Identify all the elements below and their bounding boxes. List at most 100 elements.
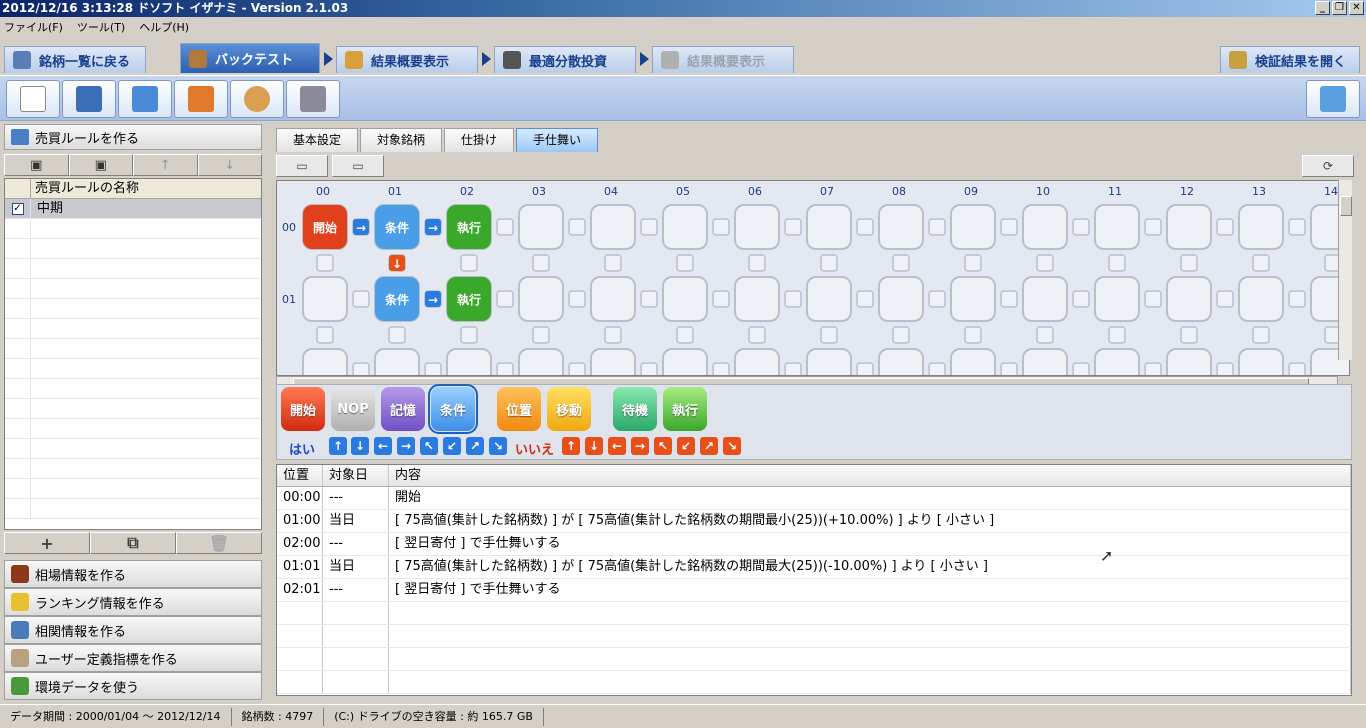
cell-target-day	[323, 648, 389, 670]
cell-target-day: 当日	[323, 556, 389, 578]
tools-icon	[300, 86, 326, 112]
tab-result-summary-2[interactable]: 結果概要表示	[652, 46, 794, 73]
table-row[interactable]: 01:01 当日[ 75高値(集計した銘柄数) ] が [ 75高値(集計した銘柄…	[277, 556, 1351, 579]
cell-target-day: ---	[323, 533, 389, 555]
move-down-icon[interactable]: ↓	[197, 154, 262, 176]
connector-slot	[1252, 326, 1270, 344]
column-label: 06	[748, 185, 762, 198]
restore-button[interactable]: ❐	[1332, 1, 1347, 15]
start-node-label: 開始	[313, 220, 337, 235]
arrow-up-left-icon[interactable]: ↖	[420, 437, 438, 455]
import-button[interactable]	[174, 80, 228, 118]
palette-memory-button[interactable]: 記憶	[381, 387, 425, 431]
empty-slot	[590, 204, 636, 250]
correlation-info-menu[interactable]: 相関情報を作る	[4, 616, 262, 644]
palette-move-button[interactable]: 移動	[547, 387, 591, 431]
back-to-list-button[interactable]: 銘柄一覧に戻る	[4, 46, 146, 73]
no-arrow-down-right-icon[interactable]: ↘	[723, 437, 741, 455]
palette-condition-button[interactable]: 条件	[428, 384, 478, 434]
tab-result-summary[interactable]: 結果概要表示	[336, 46, 478, 73]
connector-slot	[1036, 326, 1054, 344]
export-button[interactable]	[118, 80, 172, 118]
cell-position: 02:01	[277, 579, 323, 601]
market-info-menu[interactable]: 相場情報を作る	[4, 560, 262, 588]
save-as-icon[interactable]: ▣	[68, 154, 133, 176]
rule-checkbox[interactable]: ✓	[11, 202, 24, 215]
new-button[interactable]	[6, 80, 60, 118]
menu-help[interactable]: ヘルプ(H)	[139, 19, 189, 35]
user-indicator-menu[interactable]: ユーザー定義指標を作る	[4, 644, 262, 672]
column-label: 03	[532, 185, 546, 198]
tab-entry[interactable]: 仕掛け	[444, 128, 515, 152]
cell-position	[277, 625, 323, 647]
vertical-scrollbar[interactable]	[1338, 180, 1352, 360]
palette-execute-button[interactable]: 執行	[663, 387, 707, 431]
cell-content	[389, 602, 1351, 624]
connector-slot	[316, 254, 334, 272]
cell-target-day	[323, 602, 389, 624]
no-arrow-up-icon[interactable]: ↑	[562, 437, 580, 455]
save-icon[interactable]: ▣	[4, 154, 69, 176]
no-arrow-up-right-icon[interactable]: ↗	[700, 437, 718, 455]
close-button[interactable]: ✕	[1349, 1, 1364, 15]
arrow-down-right-icon[interactable]: ↘	[489, 437, 507, 455]
tab-optimal-portfolio[interactable]: 最適分散投資	[494, 46, 636, 73]
no-arrow-down-icon[interactable]: ↓	[585, 437, 603, 455]
create-rule-header[interactable]: 売買ルールを作る	[4, 124, 262, 150]
flow-canvas[interactable]: 00 01 02 03 04 05 06 07 08 09 10 11 12 13 14 00 01 開始 → 条件 →…	[276, 180, 1350, 376]
minimize-button[interactable]: _	[1315, 1, 1330, 15]
help-button[interactable]	[1306, 80, 1360, 118]
table-row[interactable]: 02:01 ---[ 翌日寄付 ] で手仕舞いする	[277, 579, 1351, 602]
menu-file[interactable]: ファイル(F)	[4, 19, 63, 35]
list-item	[5, 479, 261, 499]
list-item	[5, 259, 261, 279]
arrow-up-right-icon[interactable]: ↗	[466, 437, 484, 455]
add-rule-icon[interactable]: +	[4, 532, 90, 554]
table-row[interactable]: 01:00 当日[ 75高値(集計した銘柄数) ] が [ 75高値(集計した銘柄…	[277, 510, 1351, 533]
no-arrow-left-icon[interactable]: ←	[608, 437, 626, 455]
cell-content	[389, 625, 1351, 647]
simulate-button[interactable]	[62, 80, 116, 118]
tab-exit[interactable]: 手仕舞い	[516, 128, 599, 152]
monitor-up-icon[interactable]: ▭	[332, 155, 384, 177]
list-item[interactable]: ✓ 中期	[5, 199, 261, 219]
tab-basic-settings[interactable]: 基本設定	[276, 128, 359, 152]
settings-button[interactable]	[286, 80, 340, 118]
move-up-icon[interactable]: ↑	[133, 154, 198, 176]
arrow-glyph: →	[356, 221, 366, 235]
no-arrow-down-left-icon[interactable]: ↙	[677, 437, 695, 455]
flow-diagram[interactable]: 00 01 02 03 04 05 06 07 08 09 10 11 12 13 14 00 01 開始 → 条件 →…	[277, 181, 1350, 376]
trash-icon[interactable]: 🗑	[176, 532, 262, 554]
arrow-up-icon[interactable]: ↑	[329, 437, 347, 455]
sprout-icon	[11, 677, 29, 695]
palette-nop-button[interactable]: NOP	[331, 387, 375, 431]
palette-position-button[interactable]: 位置	[497, 387, 541, 431]
ranking-info-menu[interactable]: ランキング情報を作る	[4, 588, 262, 616]
color-button[interactable]	[230, 80, 284, 118]
refresh-icon[interactable]: ⟳	[1302, 155, 1354, 177]
no-arrow-up-left-icon[interactable]: ↖	[654, 437, 672, 455]
arrow-right-icon[interactable]: →	[397, 437, 415, 455]
table-row[interactable]: 00:00 --- 開始	[277, 487, 1351, 510]
open-results-button[interactable]: 検証結果を開く	[1220, 46, 1360, 73]
monitor-down-icon[interactable]: ▭	[276, 155, 328, 177]
table-row[interactable]: 02:00 ---[ 翌日寄付 ] で手仕舞いする	[277, 533, 1351, 556]
empty-slot	[374, 348, 420, 375]
arrow-down-left-icon[interactable]: ↙	[443, 437, 461, 455]
market-info-label: 相場情報を作る	[35, 568, 127, 584]
no-arrow-right-icon[interactable]: →	[631, 437, 649, 455]
menu-tools[interactable]: ツール(T)	[77, 19, 125, 35]
copy-rule-icon[interactable]: ⧉	[90, 532, 176, 554]
monitor-icon	[76, 86, 102, 112]
arrow-down-icon[interactable]: ↓	[351, 437, 369, 455]
list-item	[5, 299, 261, 319]
tab-backtest[interactable]: バックテスト	[180, 43, 320, 73]
empty-slot	[734, 276, 780, 322]
environment-data-menu[interactable]: 環境データを使う	[4, 672, 262, 700]
arrow-left-icon[interactable]: ←	[374, 437, 392, 455]
palette-start-button[interactable]: 開始	[281, 387, 325, 431]
rule-icon	[11, 129, 29, 145]
palette-wait-button[interactable]: 待機	[613, 387, 657, 431]
tab-target-stocks[interactable]: 対象銘柄	[360, 128, 443, 152]
empty-slot	[1094, 348, 1140, 375]
